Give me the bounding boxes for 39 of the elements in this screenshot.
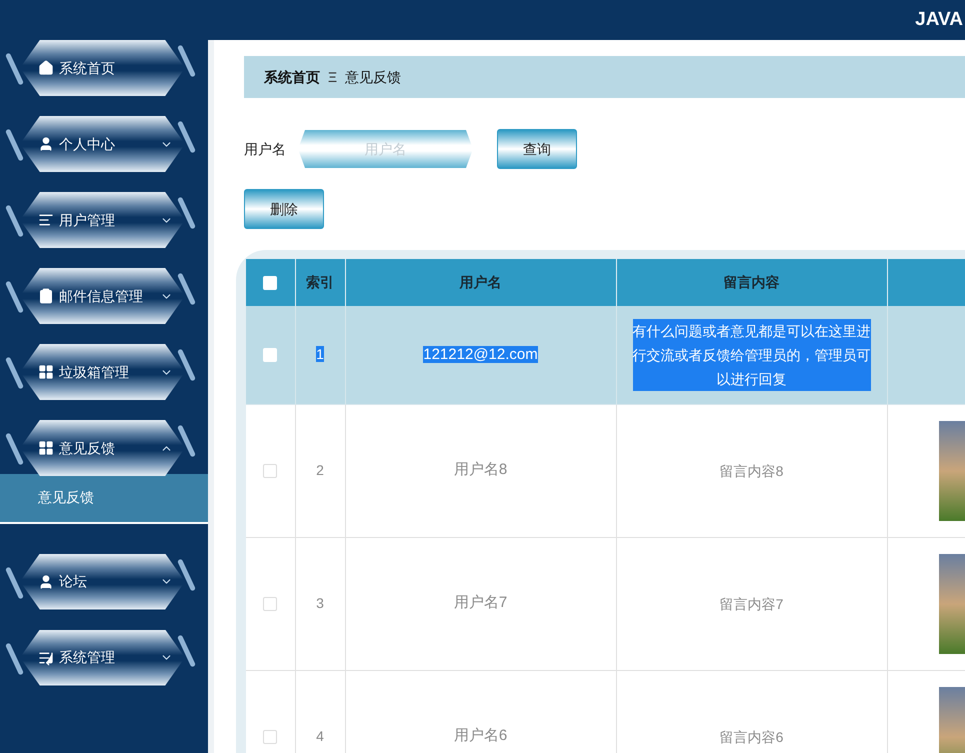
username-text: 121212@12.com xyxy=(423,346,538,362)
system-title: JAVA xyxy=(915,8,963,32)
user-icon xyxy=(38,136,54,152)
username-text: 用户名6 xyxy=(454,727,508,744)
select-all-checkbox[interactable] xyxy=(263,276,278,290)
message-text: 留言内容8 xyxy=(720,462,784,480)
sidebar-menu-item[interactable]: 论坛 xyxy=(20,554,185,610)
row-checkbox[interactable] xyxy=(263,596,278,610)
sidebar-menu-item[interactable]: 个人中心 xyxy=(20,116,185,172)
username-text: 用户名8 xyxy=(454,461,508,478)
row-checkbox[interactable] xyxy=(263,464,278,478)
index-text: 2 xyxy=(316,462,324,478)
index-text: 4 xyxy=(316,728,324,744)
row-checkbox[interactable] xyxy=(263,730,278,744)
sidebar-menu-item[interactable]: 意见反馈 xyxy=(20,420,185,476)
submenu-item[interactable]: 意见反馈 xyxy=(0,474,208,524)
user-icon xyxy=(38,574,54,590)
delete-button[interactable]: 删除 xyxy=(244,189,324,229)
index-text: 1 xyxy=(316,346,324,362)
sidebar-menu-item[interactable]: 垃圾箱管理 xyxy=(20,344,185,400)
breadcrumb-separator: Ξ xyxy=(328,68,338,86)
sidebar-menu-item[interactable]: 系统管理 xyxy=(20,630,185,686)
search-field[interactable]: 用户名 xyxy=(298,130,473,168)
home-icon xyxy=(38,60,54,76)
username-text: 用户名7 xyxy=(454,594,508,612)
message-text: 留言内容7 xyxy=(720,594,784,614)
list-icon xyxy=(38,212,54,228)
message-text: 留言内容6 xyxy=(720,728,784,746)
search-button[interactable]: 查询 xyxy=(497,129,577,169)
grid-icon xyxy=(38,440,54,456)
sidebar-menu-item[interactable]: 用户管理 xyxy=(20,192,185,248)
search-label: 用户名 xyxy=(244,140,286,158)
breadcrumb-current: 意见反馈 xyxy=(345,68,402,86)
sidebar-menu-item[interactable]: 系统首页 xyxy=(20,40,185,96)
index-text: 3 xyxy=(316,595,324,611)
grid-icon xyxy=(38,364,54,380)
list-icon xyxy=(38,650,54,666)
breadcrumb-link[interactable]: 系统首页 xyxy=(264,66,320,88)
sidebar-menu-item[interactable]: 邮件信息管理 xyxy=(20,268,185,324)
